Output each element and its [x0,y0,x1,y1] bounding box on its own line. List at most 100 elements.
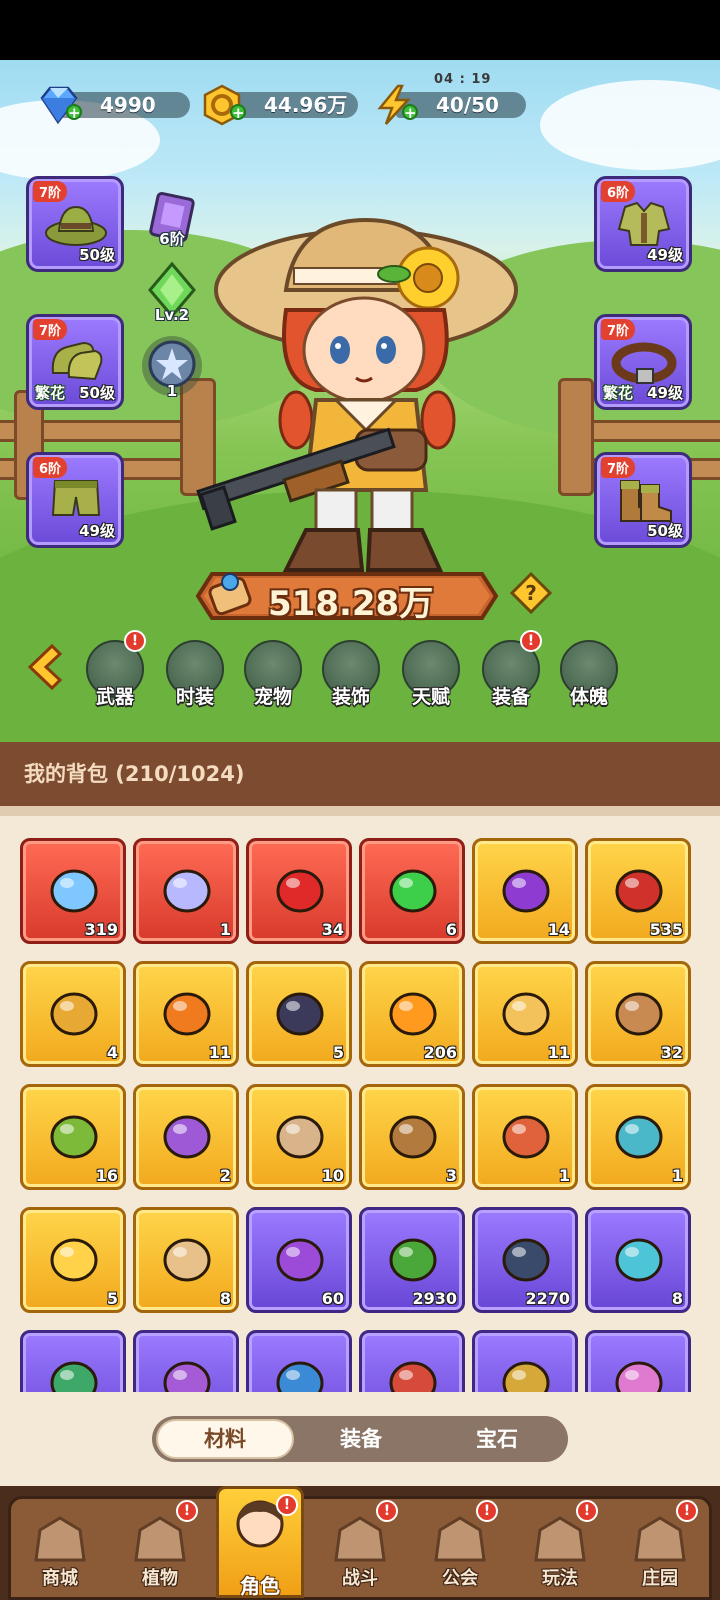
backpack-item[interactable] [246,1330,352,1392]
moon-crystal-icon [163,869,211,913]
backpack-item[interactable]: 16 [20,1084,126,1190]
nav-guild[interactable]: 公会! [412,1500,508,1594]
backpack-grid[interactable]: 319 1 34 6 14 535 4 11 5 206 11 32 16 2 10 3 1 1 5 8 60 2930 2… [18,836,702,1392]
backpack-item[interactable]: 5 [246,961,352,1067]
backpack-item[interactable]: 2270 [472,1207,578,1313]
equip-slot-hat[interactable]: 7阶 50级 [26,176,124,272]
menu-label: 武器 [95,686,134,708]
item-count: 535 [649,920,683,939]
alert-badge: ! [124,630,146,652]
fire-pyramid-icon [163,992,211,1036]
backpack-item[interactable]: 60 [246,1207,352,1313]
menu-pet[interactable]: 宠物 [238,640,308,720]
backpack-item[interactable]: 2 [133,1084,239,1190]
backpack-item[interactable]: 8 [133,1207,239,1313]
item-count: 10 [321,1166,344,1185]
nav-battle[interactable]: 战斗! [312,1500,408,1594]
character-avatar [196,217,518,572]
menu-physique[interactable]: 体魄 [554,640,624,720]
red-scroll-icon [389,1361,437,1392]
menu-decoration[interactable]: 装饰 [316,640,386,720]
alert-badge: ! [476,1500,498,1522]
item-count: 14 [547,920,570,939]
nav-shop[interactable]: 商城 [12,1506,108,1594]
equip-slot-gloves[interactable]: 7阶 繁花 50级 [26,314,124,410]
energy-counter[interactable]: 40/50 + [372,84,528,125]
backpack-item[interactable]: 34 [246,838,352,944]
backpack-item[interactable]: 10 [246,1084,352,1190]
tier-badge: 7阶 [33,181,68,202]
backpack-item[interactable]: 11 [472,961,578,1067]
spell-book-icon [163,1115,211,1159]
backpack-item[interactable] [359,1330,465,1392]
menu-weapon[interactable]: 武器 ! [80,630,150,720]
backpack-item[interactable]: 5 [20,1207,126,1313]
menu-talent[interactable]: 天赋 [396,640,466,720]
green-canister-icon [389,869,437,913]
alert-badge: ! [376,1500,398,1522]
backpack-item[interactable] [20,1330,126,1392]
nav-label: 角色 [240,1574,280,1598]
add-gems-button[interactable]: + [66,104,82,121]
tab-gems[interactable]: 宝石 [428,1419,566,1459]
orange-potion-icon [389,992,437,1036]
menu-equipment[interactable]: 装备 ! [476,630,546,720]
gems-counter[interactable]: 4990 + [36,86,192,125]
tier-badge: 6阶 [33,457,68,478]
item-count: 8 [671,1289,683,1308]
item-count: 5 [106,1289,118,1308]
backpack-item[interactable] [585,1330,691,1392]
backpack-item[interactable]: 4 [20,961,126,1067]
backpack-item[interactable]: 3 [359,1084,465,1190]
nav-plants[interactable]: 植物! [112,1500,208,1594]
blue-scroll-icon [276,1361,324,1392]
backpack-item[interactable] [133,1330,239,1392]
collapse-menu-button[interactable] [22,642,66,692]
backpack-item[interactable]: 14 [472,838,578,944]
level-label: 49级 [79,522,115,540]
add-gold-button[interactable]: + [230,104,246,121]
gold-scroll-icon [502,1361,550,1392]
level-label: 49级 [647,384,683,402]
backpack-item[interactable]: 1 [472,1084,578,1190]
equip-slot-belt[interactable]: 7阶 繁花 49级 [594,314,692,410]
tier-badge: 7阶 [601,319,636,340]
tablet-icon [615,1115,663,1159]
menu-label: 宠物 [253,686,292,708]
backpack-item[interactable]: 1 [133,838,239,944]
backpack-item[interactable]: 8 [585,1207,691,1313]
nav-character[interactable]: 角色! [212,1486,308,1598]
backpack-item[interactable]: 1 [585,1084,691,1190]
backpack-item[interactable]: 319 [20,838,126,944]
backpack-item[interactable]: 206 [359,961,465,1067]
equip-slot-boots[interactable]: 7阶 50级 [594,452,692,548]
alert-badge: ! [576,1500,598,1522]
help-icon[interactable]: ? [510,572,552,614]
nav-manor[interactable]: 庄园! [612,1500,708,1594]
gold-counter[interactable]: 44.96万 + [200,84,360,126]
nav-label: 庄园 [642,1568,678,1589]
backpack-item[interactable] [472,1330,578,1392]
backpack-item[interactable]: 2930 [359,1207,465,1313]
equip-slot-jacket[interactable]: 6阶 49级 [594,176,692,272]
nav-label: 商城 [42,1568,78,1589]
ruby-ore-icon [502,1115,550,1159]
backpack-item[interactable]: 32 [585,961,691,1067]
item-count: 5 [332,1043,344,1062]
fence-post [558,378,594,496]
add-energy-button[interactable]: + [402,104,418,121]
tier-badge: 6阶 [601,181,636,202]
tab-materials[interactable]: 材料 [156,1419,294,1459]
tab-equipment[interactable]: 装备 [292,1419,430,1459]
status-bar [0,0,720,60]
menu-fashion[interactable]: 时装 [160,640,230,720]
equip-slot-pants[interactable]: 6阶 49级 [26,452,124,548]
backpack-item[interactable]: 6 [359,838,465,944]
nav-gameplay[interactable]: 玩法! [512,1500,608,1594]
item-count: 1 [558,1166,570,1185]
item-count: 2930 [412,1289,457,1308]
purple-potion-icon [276,1238,324,1282]
item-count: 11 [208,1043,231,1062]
backpack-item[interactable]: 535 [585,838,691,944]
backpack-item[interactable]: 11 [133,961,239,1067]
